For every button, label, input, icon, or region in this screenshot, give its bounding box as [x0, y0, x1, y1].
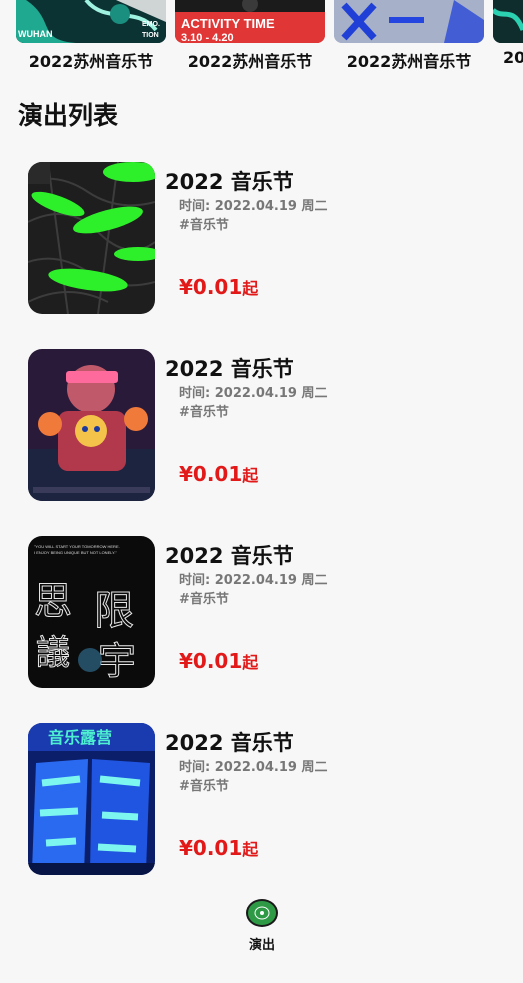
section-title: 演出列表 [18, 101, 119, 130]
banner-carousel[interactable]: WUHAN EMO. TION 2022苏州音乐节 ACTIVITY TIME … [0, 0, 523, 76]
tab-shows[interactable]: 演出 [236, 898, 288, 958]
poster-text: 議 [36, 633, 70, 673]
price-suffix: 起 [242, 840, 259, 859]
show-poster[interactable]: 音乐露营 [28, 723, 155, 875]
banner-label: 2022苏州音乐节 [187, 52, 313, 71]
poster-text: "YOU WILL START YOUR TOMORROW HERE. [34, 544, 120, 549]
price-amount: ¥0.01 [179, 275, 243, 299]
vinyl-record-icon [245, 898, 279, 928]
banner-poster-text: EMO. [142, 21, 160, 28]
show-title: 2022 音乐节 [165, 357, 294, 381]
banner-label: 2022苏州音乐节 [346, 52, 472, 71]
poster-text: 限 [94, 588, 134, 634]
show-price: ¥0.01起 [179, 836, 258, 860]
price-amount: ¥0.01 [179, 462, 243, 486]
price-amount: ¥0.01 [179, 836, 243, 860]
banner-poster: ACTIVITY TIME 3.10 - 4.20 [175, 0, 325, 43]
show-title: 2022 音乐节 [165, 544, 294, 568]
banner-label: 20 [503, 48, 523, 67]
banner-label: 2022苏州音乐节 [28, 52, 154, 71]
show-time: 时间: 2022.04.19 周二 [179, 386, 328, 401]
banner-item[interactable]: ACTIVITY TIME 3.10 - 4.20 2022苏州音乐节 [175, 0, 325, 76]
show-tag[interactable]: #音乐节 [179, 214, 229, 233]
poster-text: 宇 [98, 639, 136, 683]
show-list-item[interactable]: 音乐露营 2022 音乐节 时间: 2022.04.19 周二 #音乐节 ¥0.… [28, 723, 508, 875]
banner-poster-text: TION [142, 32, 159, 39]
show-tag[interactable]: #音乐节 [179, 401, 229, 420]
poster-text: I ENJOY BEING UNIQUE BUT NOT LONELY." [34, 550, 117, 555]
show-poster[interactable] [28, 162, 155, 314]
show-time: 时间: 2022.04.19 周二 [179, 573, 328, 588]
banner-poster: WUHAN EMO. TION [16, 0, 166, 43]
show-poster[interactable]: "YOU WILL START YOUR TOMORROW HERE. I EN… [28, 536, 155, 688]
price-suffix: 起 [242, 466, 259, 485]
tab-label: 演出 [248, 938, 275, 953]
show-title: 2022 音乐节 [165, 170, 294, 194]
show-list-item[interactable]: 2022 音乐节 时间: 2022.04.19 周二 #音乐节 ¥0.01起 [28, 349, 508, 501]
show-title: 2022 音乐节 [165, 731, 294, 755]
banner-poster [493, 0, 523, 43]
banner-poster [334, 0, 484, 43]
banner-poster-text: WUHAN [18, 29, 53, 39]
banner-poster-text: 3.10 - 4.20 [181, 32, 234, 43]
banner-item[interactable]: WUHAN EMO. TION 2022苏州音乐节 [16, 0, 166, 76]
show-list-item[interactable]: "YOU WILL START YOUR TOMORROW HERE. I EN… [28, 536, 508, 688]
show-tag[interactable]: #音乐节 [179, 588, 229, 607]
show-poster[interactable] [28, 349, 155, 501]
price-suffix: 起 [242, 653, 259, 672]
banner-item[interactable]: 20 [493, 0, 523, 76]
show-time: 时间: 2022.04.19 周二 [179, 199, 328, 214]
show-price: ¥0.01起 [179, 275, 258, 299]
show-tag[interactable]: #音乐节 [179, 775, 229, 794]
show-time: 时间: 2022.04.19 周二 [179, 760, 328, 775]
banner-item[interactable]: 2022苏州音乐节 [334, 0, 484, 76]
banner-poster-text: ACTIVITY TIME [181, 16, 275, 31]
app-page: WUHAN EMO. TION 2022苏州音乐节 ACTIVITY TIME … [0, 0, 523, 983]
poster-text: 音乐露营 [48, 728, 112, 747]
price-amount: ¥0.01 [179, 649, 243, 673]
show-list-item[interactable]: 2022 音乐节 时间: 2022.04.19 周二 #音乐节 ¥0.01起 [28, 162, 508, 314]
show-price: ¥0.01起 [179, 649, 258, 673]
price-suffix: 起 [242, 279, 259, 298]
bottom-tab-bar: 演出 [0, 890, 523, 983]
poster-text: 思 [34, 579, 72, 623]
show-price: ¥0.01起 [179, 462, 258, 486]
